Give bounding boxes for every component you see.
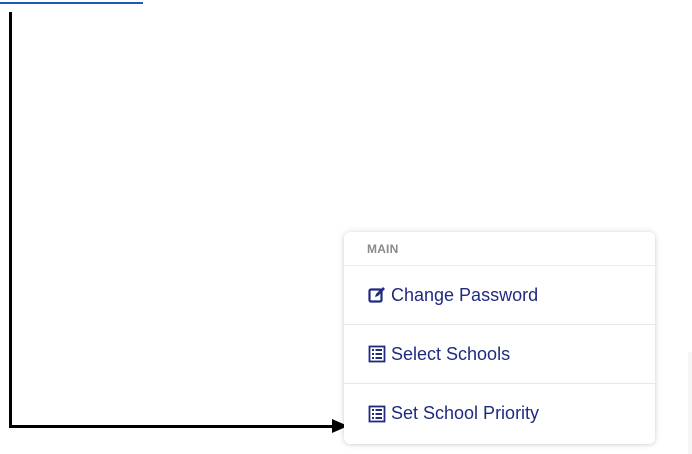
menu-item-set-school-priority[interactable]: Set School Priority (344, 384, 655, 443)
list-icon (367, 404, 387, 424)
top-link[interactable] (0, 0, 143, 4)
menu-section-label: MAIN (344, 232, 655, 266)
list-icon (367, 344, 387, 364)
menu-item-select-schools[interactable]: Select Schools (344, 325, 655, 384)
menu-item-label: Select Schools (391, 343, 511, 364)
annotation-arrow-horizontal (9, 425, 334, 428)
menu-item-change-password[interactable]: Change Password (344, 266, 655, 325)
edit-icon (367, 285, 387, 305)
right-edge-panel (688, 352, 692, 454)
annotation-arrow-vertical (9, 12, 12, 428)
menu-item-label: Set School Priority (391, 403, 540, 423)
main-menu: MAIN Change Password Select Schools Set … (344, 232, 655, 444)
menu-item-label: Change Password (391, 284, 539, 305)
